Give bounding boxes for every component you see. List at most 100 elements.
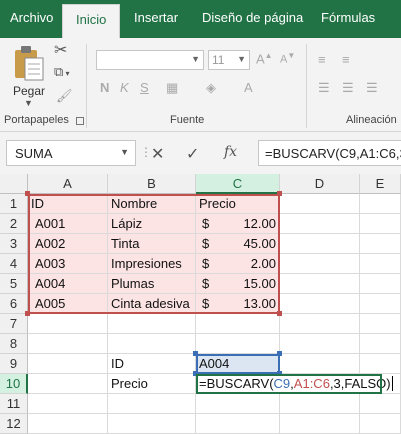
cell-a2[interactable]: A001	[28, 214, 108, 234]
font-color-icon[interactable]: A	[244, 80, 253, 95]
empty-cell[interactable]	[280, 274, 360, 294]
format-painter-icon[interactable]: 🖌	[56, 88, 73, 104]
empty-cell[interactable]	[360, 314, 401, 334]
empty-cell[interactable]	[360, 394, 401, 414]
empty-cell[interactable]	[360, 234, 401, 254]
font-name-combo[interactable]: ▼	[96, 50, 204, 70]
empty-cell[interactable]	[196, 394, 280, 414]
row-header-7[interactable]: 7	[0, 314, 28, 334]
column-header-d[interactable]: D	[280, 174, 360, 194]
row-header-1[interactable]: 1	[0, 194, 28, 214]
cell-a5[interactable]: A004	[28, 274, 108, 294]
paste-button[interactable]: Pegar ▼	[10, 44, 50, 110]
empty-cell[interactable]	[360, 254, 401, 274]
copy-icon[interactable]: ⧉ ▾	[54, 64, 70, 80]
align-left-icon[interactable]: ☰	[318, 80, 330, 96]
empty-cell[interactable]	[196, 334, 280, 354]
empty-cell[interactable]	[28, 354, 108, 374]
cell-b6[interactable]: Cinta adesiva	[108, 294, 196, 314]
empty-cell[interactable]	[196, 414, 280, 434]
tab-archivo[interactable]: Archivo	[10, 10, 53, 25]
empty-cell[interactable]	[108, 314, 196, 334]
enter-icon[interactable]: ✓	[186, 144, 199, 164]
row-header-10[interactable]: 10	[0, 374, 28, 394]
align-top-icon[interactable]: ≡	[318, 52, 326, 67]
empty-cell[interactable]	[280, 314, 360, 334]
grow-font-icon[interactable]: A▲	[256, 51, 273, 66]
row-header-4[interactable]: 4	[0, 254, 28, 274]
range-handle[interactable]	[25, 311, 30, 316]
empty-cell[interactable]	[360, 414, 401, 434]
cell-c9[interactable]: A004	[196, 354, 280, 374]
empty-cell[interactable]	[108, 414, 196, 434]
cell-a4[interactable]: A003	[28, 254, 108, 274]
row-header-9[interactable]: 9	[0, 354, 28, 374]
empty-cell[interactable]	[360, 354, 401, 374]
cell-c10-editing[interactable]: =BUSCARV(C9,A1:C6,3,FALSO)	[196, 374, 393, 394]
cell-c6[interactable]: $13.00	[196, 294, 280, 314]
underline-icon[interactable]: S	[140, 80, 149, 95]
empty-cell[interactable]	[280, 394, 360, 414]
empty-cell[interactable]	[360, 194, 401, 214]
cell-b4[interactable]: Impresiones	[108, 254, 196, 274]
cell-b3[interactable]: Tinta	[108, 234, 196, 254]
row-header-8[interactable]: 8	[0, 334, 28, 354]
bold-icon[interactable]: N	[100, 80, 109, 95]
row-header-2[interactable]: 2	[0, 214, 28, 234]
empty-cell[interactable]	[360, 334, 401, 354]
column-header-b[interactable]: B	[108, 174, 196, 194]
empty-cell[interactable]	[196, 314, 280, 334]
row-header-6[interactable]: 6	[0, 294, 28, 314]
empty-cell[interactable]	[28, 394, 108, 414]
tab-formulas[interactable]: Fórmulas	[321, 10, 375, 25]
row-header-5[interactable]: 5	[0, 274, 28, 294]
cell-a3[interactable]: A002	[28, 234, 108, 254]
range-handle[interactable]	[25, 191, 30, 196]
cell-b1[interactable]: Nombre	[108, 194, 196, 214]
tab-insertar[interactable]: Insertar	[134, 10, 178, 25]
empty-cell[interactable]	[360, 214, 401, 234]
shrink-font-icon[interactable]: A▼	[280, 51, 295, 66]
empty-cell[interactable]	[108, 394, 196, 414]
range-handle[interactable]	[277, 191, 282, 196]
cell-c2[interactable]: $12.00	[196, 214, 280, 234]
range-handle[interactable]	[277, 311, 282, 316]
empty-cell[interactable]	[360, 294, 401, 314]
empty-cell[interactable]	[280, 294, 360, 314]
borders-icon[interactable]: ▦	[166, 80, 178, 96]
formula-input[interactable]: =BUSCARV(C9,A1:C6,3,	[258, 140, 401, 166]
tab-diseno-pagina[interactable]: Diseño de página	[202, 10, 303, 25]
align-center-icon[interactable]: ☰	[342, 80, 354, 96]
cell-c5[interactable]: $15.00	[196, 274, 280, 294]
column-header-e[interactable]: E	[360, 174, 401, 194]
reference-handle[interactable]	[277, 351, 282, 356]
empty-cell[interactable]	[280, 354, 360, 374]
cell-a1[interactable]: ID	[28, 194, 108, 214]
empty-cell[interactable]	[280, 334, 360, 354]
cell-b5[interactable]: Plumas	[108, 274, 196, 294]
row-header-11[interactable]: 11	[0, 394, 28, 414]
reference-handle[interactable]	[193, 351, 198, 356]
empty-cell[interactable]	[280, 234, 360, 254]
cell-a6[interactable]: A005	[28, 294, 108, 314]
empty-cell[interactable]	[360, 274, 401, 294]
empty-cell[interactable]	[28, 414, 108, 434]
tab-inicio[interactable]: Inicio	[62, 4, 121, 38]
name-box[interactable]: SUMA ▼	[6, 140, 136, 166]
empty-cell[interactable]	[28, 314, 108, 334]
cell-c1[interactable]: Precio	[196, 194, 280, 214]
cut-icon[interactable]: ✂	[54, 40, 67, 60]
empty-cell[interactable]	[280, 214, 360, 234]
empty-cell[interactable]	[280, 194, 360, 214]
empty-cell[interactable]	[28, 334, 108, 354]
select-all-corner[interactable]	[0, 174, 28, 194]
align-right-icon[interactable]: ☰	[366, 80, 378, 96]
cell-b9[interactable]: ID	[108, 354, 196, 374]
cell-c3[interactable]: $45.00	[196, 234, 280, 254]
empty-cell[interactable]	[28, 374, 108, 394]
dialog-launcher-icon[interactable]	[76, 117, 84, 125]
cell-b10[interactable]: Precio	[108, 374, 196, 394]
align-middle-icon[interactable]: ≡	[342, 52, 350, 67]
empty-cell[interactable]	[108, 334, 196, 354]
cancel-icon[interactable]: ✕	[151, 144, 164, 164]
